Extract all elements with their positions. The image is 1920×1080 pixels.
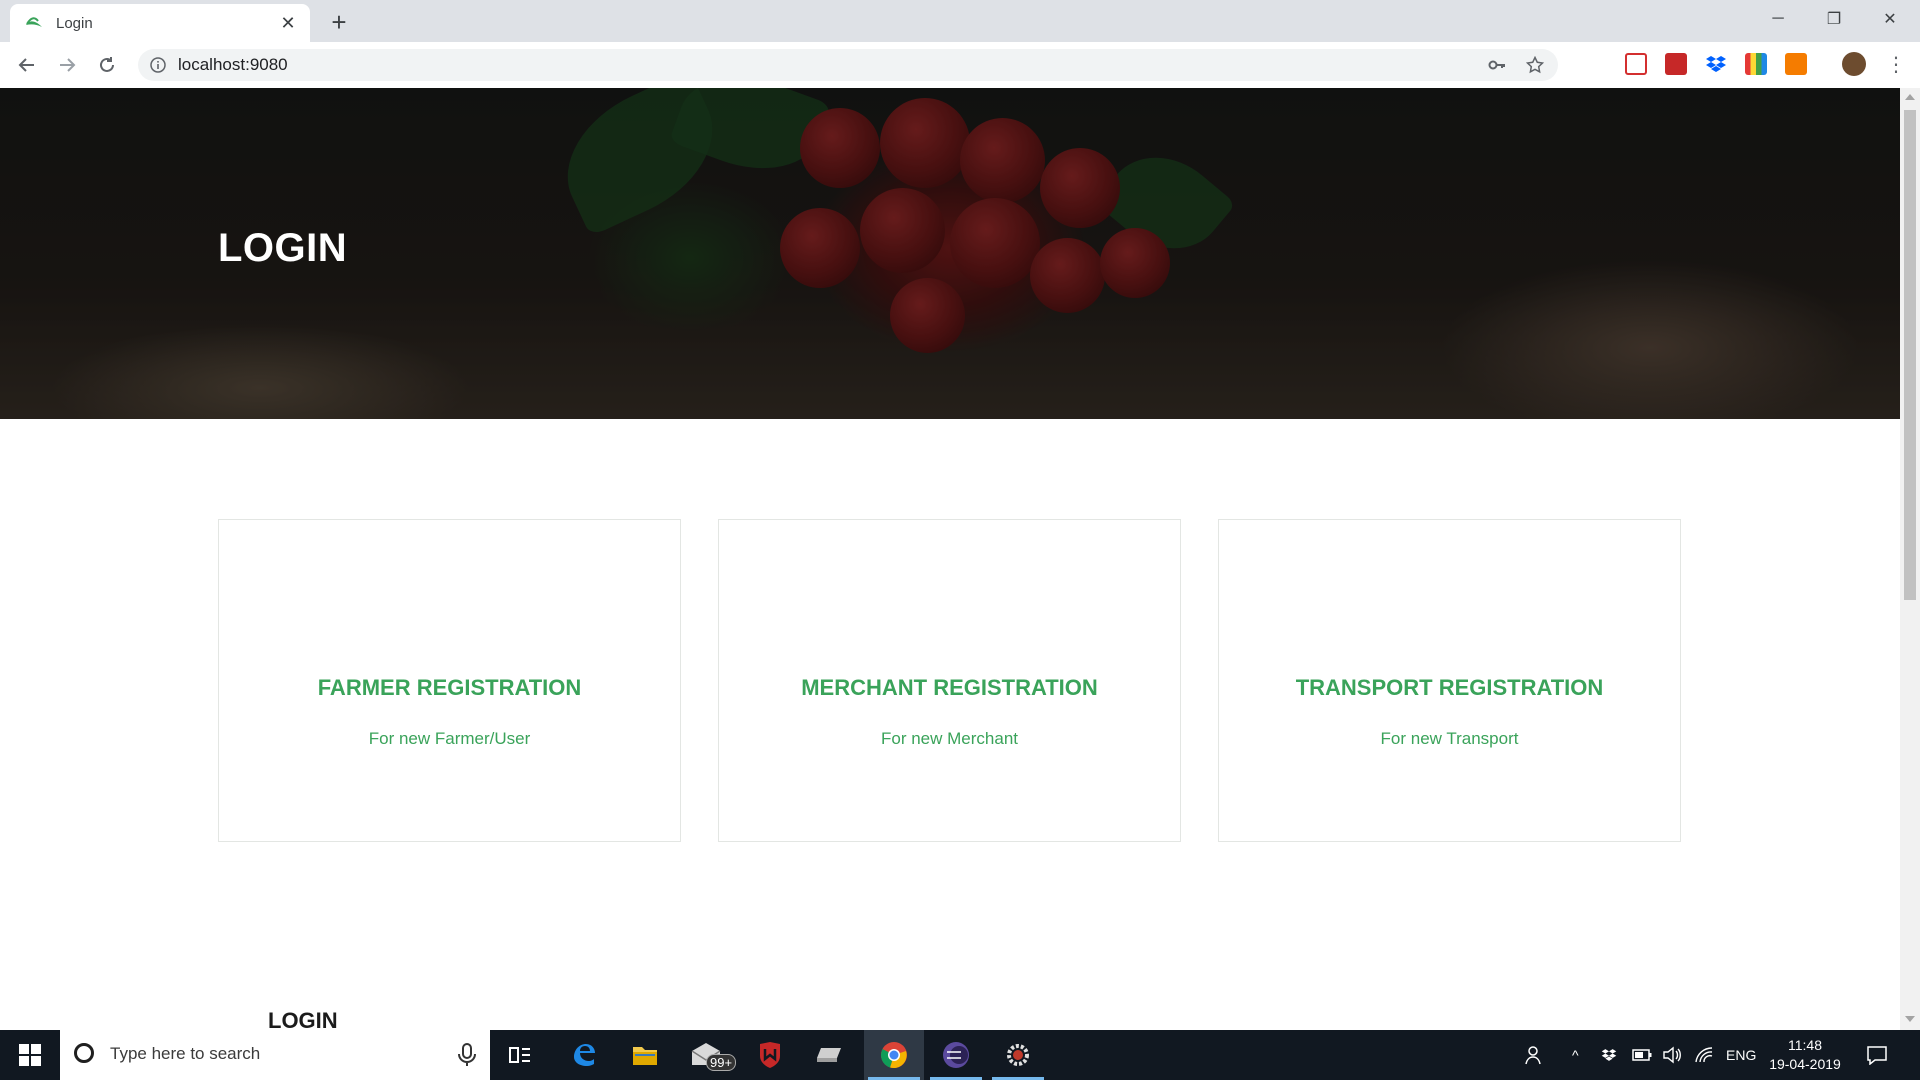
- system-clock[interactable]: 11:48 19-04-2019: [1760, 1036, 1850, 1074]
- menu-kebab-icon[interactable]: ⋮: [1886, 52, 1906, 78]
- card-subtitle: For new Merchant: [881, 729, 1018, 748]
- task-view-button[interactable]: [490, 1030, 550, 1080]
- browser-toolbar: localhost:9080 ⋮: [0, 42, 1920, 89]
- windows-logo-icon: [19, 1044, 41, 1066]
- login-section-title: LOGIN: [268, 1008, 338, 1030]
- hero-banner: LOGIN: [0, 88, 1900, 419]
- notification-icon: [1867, 1046, 1887, 1065]
- taskbar-edge[interactable]: [554, 1030, 614, 1080]
- hero-title: LOGIN: [218, 226, 348, 270]
- people-icon-glyph: [1525, 1046, 1541, 1065]
- action-center-button[interactable]: [1866, 1030, 1888, 1080]
- forward-button[interactable]: [52, 50, 82, 80]
- taskbar-search-box[interactable]: Type here to search: [60, 1030, 490, 1080]
- card-subtitle: For new Farmer/User: [368, 729, 531, 748]
- microphone-icon[interactable]: [456, 1042, 478, 1068]
- wifi-icon[interactable]: [1694, 1030, 1714, 1080]
- card-title[interactable]: MERCHANT REGISTRATION: [719, 675, 1180, 701]
- info-icon[interactable]: [150, 57, 166, 73]
- address-bar[interactable]: localhost:9080: [138, 49, 1558, 81]
- merchant-registration-card[interactable]: MERCHANT REGISTRATION For new Merchant: [718, 519, 1181, 842]
- profile-avatar[interactable]: [1842, 52, 1866, 76]
- search-placeholder: Type here to search: [110, 1044, 261, 1063]
- page-viewport: LOGIN FARMER REGISTRATION For new Farmer…: [0, 88, 1900, 1030]
- cortana-icon[interactable]: [74, 1043, 94, 1063]
- eclipse-icon: [943, 1042, 969, 1068]
- browser-tab-strip: Login ✕ + ─ ❐ ✕: [0, 0, 1920, 42]
- taskbar-eclipse[interactable]: [926, 1030, 986, 1080]
- browser-tab-login[interactable]: Login ✕: [10, 4, 310, 42]
- speaker-icon: [1663, 1046, 1681, 1064]
- arrow-left-icon: [18, 58, 34, 72]
- taskbar-settings-app[interactable]: [988, 1030, 1048, 1080]
- pdf-extension-icon[interactable]: [1665, 53, 1687, 75]
- reload-button[interactable]: [92, 50, 122, 80]
- task-view-icon: [509, 1047, 530, 1063]
- chrome-icon: [880, 1042, 907, 1069]
- show-hidden-icons-chevron-up-icon[interactable]: ^: [1572, 1030, 1579, 1080]
- taskbar-mcafee[interactable]: [740, 1030, 800, 1080]
- taskbar-chrome[interactable]: [864, 1030, 924, 1080]
- wifi-icon-glyph: [1695, 1047, 1713, 1063]
- card-subtitle: For new Transport: [1380, 729, 1519, 748]
- dropbox-icon: [1706, 56, 1726, 72]
- close-window-button[interactable]: ✕: [1862, 0, 1918, 38]
- taskbar-mail[interactable]: 99+: [676, 1030, 737, 1080]
- tab-close-icon[interactable]: ✕: [278, 13, 298, 33]
- card-title[interactable]: TRANSPORT REGISTRATION: [1219, 675, 1680, 701]
- edge-icon: [574, 1044, 595, 1066]
- windows-taskbar: Type here to search 99+ ^ ENG 11:48 19-0…: [0, 1030, 1920, 1080]
- battery-icon-glyph: [1632, 1049, 1652, 1061]
- gear-icon: [1007, 1044, 1029, 1066]
- taskbar-file-explorer[interactable]: [615, 1030, 675, 1080]
- drive-icon: [817, 1048, 841, 1062]
- arrow-right-icon: [60, 58, 76, 72]
- new-tab-button[interactable]: +: [325, 8, 353, 36]
- back-button[interactable]: [12, 50, 42, 80]
- leaf-favicon-icon: [26, 17, 42, 27]
- scrollbar-thumb[interactable]: [1904, 110, 1916, 600]
- transport-registration-card[interactable]: TRANSPORT REGISTRATION For new Transport: [1218, 519, 1681, 842]
- language-indicator[interactable]: ENG: [1726, 1030, 1756, 1080]
- card-title[interactable]: FARMER REGISTRATION: [219, 675, 680, 701]
- people-icon[interactable]: [1525, 1030, 1545, 1080]
- dropbox-extension-icon[interactable]: [1705, 53, 1727, 75]
- clock-date: 19-04-2019: [1769, 1056, 1841, 1072]
- registration-cards: FARMER REGISTRATION For new Farmer/User …: [218, 519, 1681, 842]
- farmer-registration-card[interactable]: FARMER REGISTRATION For new Farmer/User: [218, 519, 681, 842]
- scroll-down-arrow-icon[interactable]: [1905, 1016, 1915, 1022]
- dropbox-icon: [1601, 1049, 1617, 1061]
- colorpicker-extension-icon[interactable]: [1745, 53, 1767, 75]
- scroll-up-arrow-icon[interactable]: [1905, 94, 1915, 100]
- dropbox-tray-icon[interactable]: [1600, 1030, 1618, 1080]
- restore-button[interactable]: ❐: [1806, 0, 1862, 38]
- minimize-button[interactable]: ─: [1750, 0, 1806, 38]
- clock-time: 11:48: [1788, 1037, 1822, 1053]
- url-text: localhost:9080: [178, 55, 288, 74]
- page-scrollbar[interactable]: [1900, 88, 1920, 1030]
- pocket-extension-icon[interactable]: [1625, 53, 1647, 75]
- reload-icon: [100, 57, 114, 72]
- folder-icon: [633, 1047, 657, 1065]
- bookmark-star-icon[interactable]: [1526, 56, 1544, 74]
- mcafee-shield-icon: [760, 1042, 780, 1068]
- battery-icon[interactable]: [1632, 1030, 1652, 1080]
- taskbar-drive[interactable]: [800, 1030, 860, 1080]
- start-button[interactable]: [0, 1030, 60, 1080]
- key-icon[interactable]: [1488, 56, 1506, 74]
- tab-title: Login: [56, 14, 93, 32]
- layers-extension-icon[interactable]: [1785, 53, 1807, 75]
- mail-badge: 99+: [706, 1054, 737, 1071]
- volume-icon[interactable]: [1662, 1030, 1682, 1080]
